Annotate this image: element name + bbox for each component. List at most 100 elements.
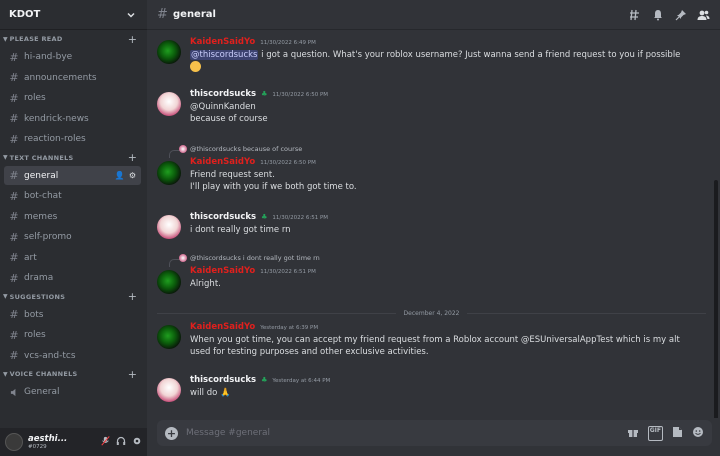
channel-label: roles bbox=[24, 93, 46, 103]
category-voice-channels[interactable]: ▼ VOICE CHANNELS + bbox=[0, 367, 147, 381]
add-channel-icon[interactable]: + bbox=[128, 34, 137, 45]
chevron-down-icon[interactable] bbox=[125, 9, 137, 21]
badge-icon: ♣ bbox=[261, 213, 268, 221]
sticker-icon[interactable] bbox=[672, 426, 683, 441]
channel-reaction-roles[interactable]: # reaction-roles bbox=[4, 130, 141, 149]
category-please-read[interactable]: ▼ PLEASE READ + bbox=[0, 32, 147, 46]
add-channel-icon[interactable]: + bbox=[128, 369, 137, 380]
channel-art[interactable]: # art bbox=[4, 248, 141, 267]
server-header[interactable]: KDOT bbox=[0, 0, 147, 30]
date-divider: December 4, 2022 bbox=[157, 310, 707, 317]
avatar bbox=[179, 145, 187, 153]
hash-icon: # bbox=[9, 132, 19, 146]
channel-label: self-promo bbox=[24, 232, 72, 242]
avatar[interactable] bbox=[157, 378, 181, 402]
hash-icon: # bbox=[9, 71, 19, 84]
avatar[interactable] bbox=[157, 325, 181, 349]
voice-channel-general[interactable]: General bbox=[4, 383, 141, 402]
timestamp: 11/30/2022 6:49 PM bbox=[260, 40, 316, 46]
hash-icon: # bbox=[9, 308, 19, 321]
emoji-icon[interactable] bbox=[692, 426, 704, 441]
timestamp: 11/30/2022 6:51 PM bbox=[260, 269, 316, 275]
reply-text: @thiscordsucks because of course bbox=[190, 145, 303, 153]
timestamp: Yesterday at 6:44 PM bbox=[272, 378, 331, 384]
channel-roles-suggest[interactable]: # roles bbox=[4, 326, 141, 345]
category-text-channels[interactable]: ▼ TEXT CHANNELS + bbox=[0, 151, 147, 165]
channel-label: hi-and-bye bbox=[24, 52, 73, 62]
avatar[interactable] bbox=[157, 40, 181, 64]
author-name[interactable]: KaidenSaidYo bbox=[190, 37, 255, 47]
message-item[interactable]: @thiscordsucks i dont really got time rn… bbox=[157, 254, 712, 294]
message-item[interactable]: @thiscordsucks because of course KaidenS… bbox=[157, 145, 712, 193]
members-icon[interactable] bbox=[697, 8, 710, 21]
message-item[interactable]: thiscordsucks ♣ 11/30/2022 6:51 PM i don… bbox=[157, 212, 712, 239]
channel-label: bots bbox=[24, 309, 44, 320]
timestamp: 11/30/2022 6:51 PM bbox=[272, 215, 329, 221]
chevron-down-icon: ▼ bbox=[3, 35, 8, 43]
gif-icon[interactable]: GIF bbox=[647, 425, 663, 441]
channel-announcements[interactable]: # announcements bbox=[4, 68, 141, 87]
mention[interactable]: @thiscordsucks bbox=[190, 50, 259, 60]
author-name[interactable]: KaidenSaidYo bbox=[190, 157, 255, 167]
channel-vcs-and-tcs[interactable]: # vcs-and-tcs bbox=[4, 346, 141, 365]
server-name: KDOT bbox=[9, 9, 41, 20]
channel-self-promo[interactable]: # self-promo bbox=[4, 228, 141, 247]
message-item[interactable]: thiscordsucks ♣ Yesterday at 6:44 PM wil… bbox=[157, 375, 712, 402]
message-item[interactable]: KaidenSaidYo 11/30/2022 6:49 PM @thiscor… bbox=[157, 37, 712, 73]
message-input[interactable] bbox=[186, 428, 619, 438]
message-item[interactable]: KaidenSaidYo Yesterday at 6:39 PM When y… bbox=[157, 322, 712, 358]
gift-icon[interactable] bbox=[627, 426, 639, 441]
channel-kendrick-news[interactable]: # kendrick-news bbox=[4, 109, 141, 128]
settings-icon[interactable] bbox=[132, 436, 142, 449]
channel-label: announcements bbox=[24, 72, 97, 83]
message-item[interactable]: thiscordsucks ♣ 11/30/2022 6:50 PM @Quin… bbox=[157, 89, 712, 125]
hash-icon: # bbox=[9, 91, 19, 105]
hash-icon: # bbox=[9, 189, 19, 203]
channel-memes[interactable]: # memes bbox=[4, 207, 141, 226]
page-title: general bbox=[173, 9, 216, 20]
channel-hi-and-bye[interactable]: # hi-and-bye bbox=[4, 48, 141, 67]
bell-icon[interactable] bbox=[651, 8, 664, 21]
add-attachment-icon[interactable]: + bbox=[165, 426, 178, 440]
threads-icon[interactable] bbox=[628, 8, 641, 21]
gear-icon[interactable]: ⚙ bbox=[129, 171, 136, 180]
message-composer: + GIF bbox=[157, 420, 712, 446]
author-name[interactable]: thiscordsucks bbox=[190, 375, 256, 385]
channel-drama[interactable]: # drama bbox=[4, 269, 141, 288]
avatar[interactable] bbox=[157, 92, 181, 116]
timestamp: 11/30/2022 6:50 PM bbox=[260, 160, 316, 166]
add-channel-icon[interactable]: + bbox=[128, 291, 137, 302]
avatar[interactable] bbox=[5, 433, 23, 451]
scrollbar[interactable] bbox=[714, 180, 718, 418]
user-tag: #0729 bbox=[28, 444, 47, 450]
mic-icon[interactable] bbox=[101, 435, 110, 449]
hash-icon: # bbox=[9, 328, 19, 342]
grin-emoji-icon bbox=[190, 61, 201, 72]
author-name[interactable]: KaidenSaidYo bbox=[190, 322, 255, 332]
avatar[interactable] bbox=[157, 270, 181, 294]
channel-bot-chat[interactable]: # bot-chat bbox=[4, 187, 141, 206]
category-suggestions[interactable]: ▼ SUGGESTIONS + bbox=[0, 290, 147, 304]
reply-preview[interactable]: @thiscordsucks because of course bbox=[179, 145, 302, 153]
channel-label: vcs-and-tcs bbox=[24, 350, 76, 361]
channel-bots[interactable]: # bots bbox=[4, 305, 141, 324]
avatar[interactable] bbox=[157, 215, 181, 239]
add-channel-icon[interactable]: + bbox=[128, 152, 137, 163]
message-text: @thiscordsucks i got a question. What's … bbox=[190, 49, 712, 61]
message-list: KaidenSaidYo 11/30/2022 6:49 PM @thiscor… bbox=[147, 30, 720, 418]
channel-roles[interactable]: # roles bbox=[4, 89, 141, 108]
author-name[interactable]: KaidenSaidYo bbox=[190, 266, 255, 276]
hash-icon: # bbox=[9, 112, 19, 125]
timestamp: Yesterday at 6:39 PM bbox=[260, 325, 319, 331]
headphones-icon[interactable] bbox=[116, 436, 126, 449]
channel-label: general bbox=[24, 170, 59, 181]
channel-general[interactable]: # general 👤 ⚙ bbox=[4, 166, 141, 185]
pray-emoji-icon: 🙏 bbox=[220, 388, 231, 398]
author-name[interactable]: thiscordsucks bbox=[190, 212, 256, 222]
reply-preview[interactable]: @thiscordsucks i dont really got time rn bbox=[179, 254, 320, 262]
author-name[interactable]: thiscordsucks bbox=[190, 89, 256, 99]
speaker-icon bbox=[9, 388, 19, 397]
pin-icon[interactable] bbox=[674, 8, 687, 21]
invite-icon[interactable]: 👤 bbox=[115, 171, 125, 180]
avatar[interactable] bbox=[157, 161, 181, 185]
